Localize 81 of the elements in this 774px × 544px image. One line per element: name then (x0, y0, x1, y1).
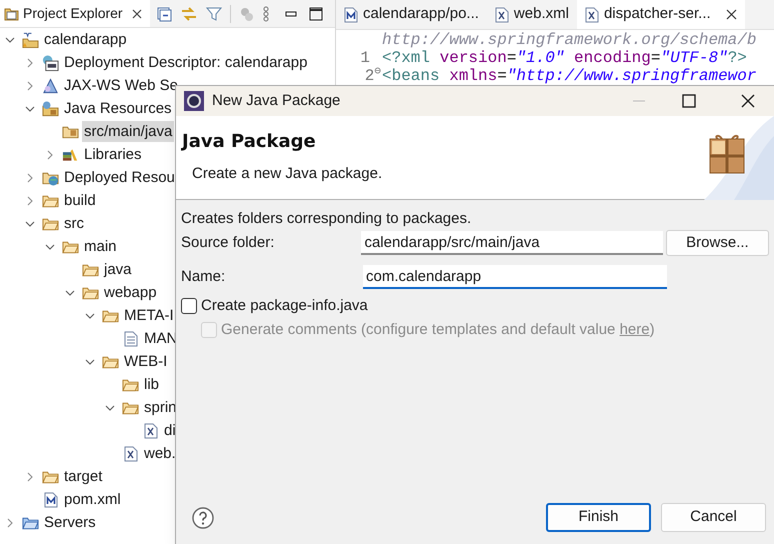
line-number: 1 (360, 48, 370, 69)
dialog-button[interactable]: Finish (546, 503, 651, 532)
close-icon[interactable] (132, 8, 142, 18)
maximize-icon[interactable] (309, 6, 323, 20)
dialog-title: New Java Package (212, 90, 340, 111)
java-resources-icon (42, 100, 59, 118)
text-field[interactable]: calendarapp/src/main/java (361, 231, 663, 255)
chevron-right-icon[interactable] (27, 172, 33, 182)
chevron-right-icon[interactable] (27, 80, 33, 90)
code-line: http://www.springframework.org/schema/b (382, 30, 756, 50)
tree-item[interactable]: Deployed Resou (62, 167, 177, 188)
tree-item[interactable]: Servers (42, 512, 98, 533)
text-field[interactable]: com.calendarapp (363, 265, 667, 289)
xml-file-icon (124, 446, 138, 462)
document-icon (124, 330, 138, 346)
chevron-right-icon[interactable] (27, 472, 33, 482)
field-label: Name: (181, 266, 226, 287)
chevron-down-icon[interactable] (85, 312, 95, 318)
tree-item[interactable]: sprin (142, 397, 179, 418)
close-icon[interactable] (741, 94, 755, 108)
tree-item[interactable]: web. (142, 443, 178, 464)
tree-item[interactable]: pom.xml (62, 489, 123, 510)
browse-button[interactable]: Browse... (666, 230, 769, 256)
folder-icon (4, 6, 20, 22)
tree-item[interactable]: calendarapp (42, 29, 129, 50)
chevron-down-icon[interactable] (25, 220, 35, 226)
checkbox[interactable] (181, 298, 197, 314)
tree-item[interactable]: Deployment Descriptor: calendarapp (62, 52, 310, 73)
tree-item[interactable]: lib (142, 374, 162, 395)
chevron-down-icon[interactable] (85, 358, 95, 364)
page-heading: Java Package (182, 130, 316, 154)
xml-file-icon (584, 6, 599, 22)
web-services-icon (42, 76, 59, 94)
collapse-all-icon[interactable] (156, 6, 172, 22)
more-icon[interactable] (263, 6, 269, 22)
editor-tab[interactable]: calendarapp/po... (336, 0, 487, 29)
tree-item[interactable]: build (62, 190, 98, 211)
tree-item[interactable]: target (62, 466, 104, 487)
help-icon[interactable] (192, 506, 214, 528)
field-label: Source folder: (181, 232, 276, 253)
chevron-down-icon[interactable] (105, 404, 115, 410)
maven-file-icon (344, 6, 358, 22)
close-icon[interactable] (726, 9, 737, 20)
xml-file-icon (144, 422, 158, 438)
dialog-button[interactable]: Cancel (661, 503, 766, 532)
tree-item[interactable]: java (102, 259, 134, 280)
tree-item[interactable]: WEB-I (122, 351, 170, 372)
chevron-down-icon[interactable] (45, 244, 55, 250)
code-line: <beans xmlns="http://www.springframewor (382, 66, 756, 87)
tree-item[interactable]: src/main/java (82, 121, 174, 142)
tree-item[interactable]: Libraries (82, 144, 144, 165)
editor-tab[interactable]: dispatcher-ser... (576, 0, 745, 29)
maximize-icon[interactable] (682, 94, 696, 108)
code-line: <?xml version="1.0" encoding="UTF-8"?> (382, 48, 747, 68)
tree-item[interactable]: src (62, 213, 86, 234)
chevron-right-icon[interactable] (47, 150, 53, 160)
chevron-right-icon[interactable] (7, 518, 13, 528)
tree-item[interactable]: main (82, 236, 119, 257)
chevron-down-icon[interactable] (65, 290, 75, 296)
tree-item[interactable]: META-I (122, 305, 176, 326)
fold-icon[interactable]: ⊖ (374, 64, 381, 88)
tree-item[interactable]: webapp (102, 282, 159, 303)
line-number: 2 (364, 66, 374, 87)
chevron-down-icon[interactable] (25, 106, 35, 112)
editor-tab[interactable]: web.xml (486, 0, 577, 29)
chevron-right-icon[interactable] (27, 58, 33, 68)
minimize-icon[interactable] (285, 10, 297, 18)
xml-file-icon (494, 6, 509, 22)
tree-item[interactable]: Java Resources (62, 98, 174, 119)
checkbox-label: Generate comments (configure templates and default value here) (221, 320, 655, 340)
project-icon (22, 30, 39, 48)
tree-item[interactable]: di (162, 420, 178, 441)
eclipse-icon (184, 91, 204, 111)
info-message: Creates folders corresponding to packages. (181, 209, 472, 228)
chevron-right-icon[interactable] (27, 196, 33, 206)
checkbox-label: Create package-info.java (201, 296, 368, 316)
maven-file-icon (44, 492, 58, 508)
chevron-down-icon[interactable] (5, 36, 15, 42)
page-description: Create a new Java package. (192, 164, 384, 184)
descriptor-icon (42, 54, 59, 72)
filter-icon[interactable] (206, 6, 222, 22)
